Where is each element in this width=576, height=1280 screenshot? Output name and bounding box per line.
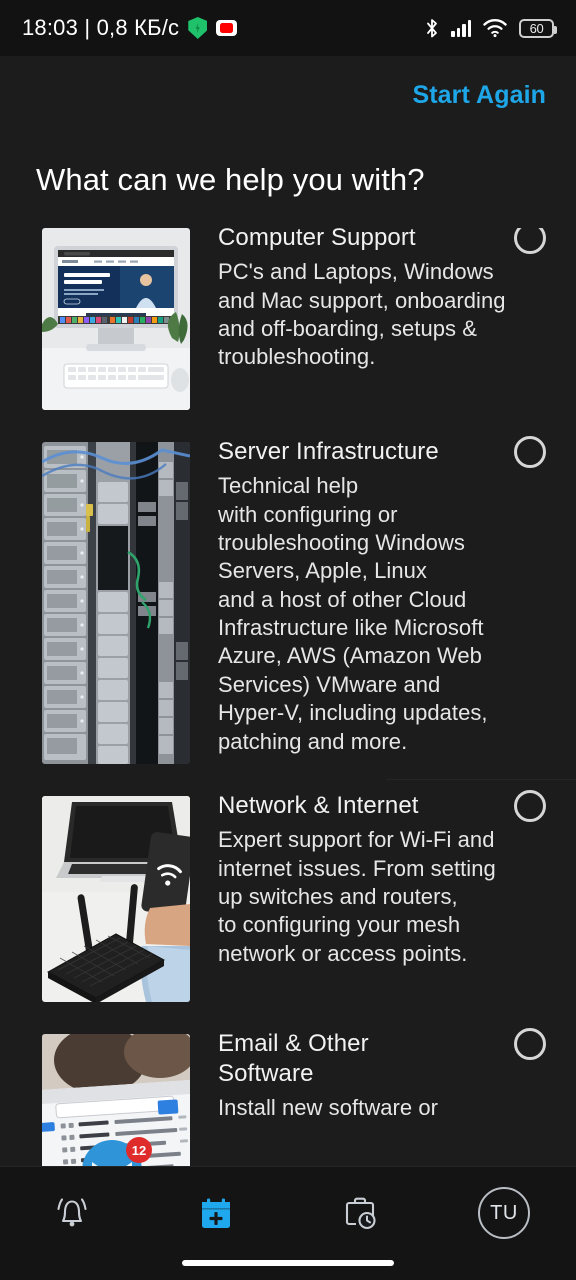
list-item-body: Network & Internet Expert support for Wi…	[190, 790, 576, 1002]
list-item-title: Computer Support	[218, 228, 416, 251]
list-item-body: Email & Other Software Install new softw…	[190, 1028, 576, 1168]
status-bar: 18:03 | 0,8 КБ/с 60	[0, 0, 576, 56]
server-racks-photo	[42, 442, 190, 764]
status-clock: 18:03 | 0,8 КБ/с	[22, 15, 180, 40]
avatar: TU	[478, 1187, 530, 1239]
radio-email-other-software[interactable]	[514, 1028, 546, 1060]
list-item-description: Expert support for Wi-Fi and internet is…	[218, 827, 496, 966]
svg-text:12: 12	[132, 1143, 146, 1158]
status-bar-left: 18:03 | 0,8 КБ/с	[22, 15, 238, 41]
list-item-description: PC's and Laptops, Windows and Mac suppor…	[218, 259, 506, 370]
shield-icon	[188, 17, 208, 39]
app-bar: Start Again	[0, 56, 576, 134]
status-bar-right: 60	[425, 18, 557, 39]
list-item-body: Computer Support PC's and Laptops, Windo…	[190, 228, 576, 410]
battery-icon: 60	[519, 18, 557, 38]
start-again-button[interactable]: Start Again	[412, 81, 546, 110]
list-item-title: Email & Other Software	[218, 1030, 369, 1088]
avatar-initials: TU	[490, 1201, 518, 1224]
list-item-title: Network & Internet	[218, 792, 419, 819]
list-divider	[386, 779, 576, 780]
email-inbox-photo: 12	[42, 1034, 190, 1168]
list-item[interactable]: 12 Email & Other Software Install new so…	[0, 1028, 576, 1168]
list-item-description: Technical help with configuring or troub…	[218, 473, 488, 754]
list-item-body: Server Infrastructure Technical help wit…	[190, 436, 576, 780]
router-laptop-photo	[42, 796, 190, 1002]
list-item[interactable]: Network & Internet Expert support for Wi…	[0, 790, 576, 1002]
new-booking-tab[interactable]	[144, 1167, 288, 1259]
cellular-signal-icon	[451, 19, 471, 37]
list-item-title: Server Infrastructure	[218, 438, 439, 465]
bluetooth-icon	[425, 18, 439, 39]
bell-icon	[47, 1188, 97, 1238]
history-tab[interactable]	[288, 1167, 432, 1259]
page-title: What can we help you with?	[36, 162, 425, 197]
radio-server-infrastructure[interactable]	[514, 436, 546, 468]
briefcase-clock-icon	[335, 1188, 385, 1238]
battery-level: 60	[529, 20, 544, 36]
notifications-tab[interactable]	[0, 1167, 144, 1259]
service-list[interactable]: Computer Support PC's and Laptops, Windo…	[0, 228, 576, 1168]
calendar-plus-icon	[191, 1188, 241, 1238]
profile-tab[interactable]: TU	[432, 1167, 576, 1259]
wifi-icon	[483, 18, 507, 38]
bottom-navigation: TU	[0, 1166, 576, 1280]
app-screen: 18:03 | 0,8 КБ/с 60 Start Again What can…	[0, 0, 576, 1280]
list-item-description: Install new software or	[218, 1095, 439, 1121]
list-item[interactable]: Computer Support PC's and Laptops, Windo…	[0, 228, 576, 410]
home-indicator[interactable]	[182, 1260, 394, 1266]
desktop-computer-photo	[42, 228, 190, 410]
list-item[interactable]: Server Infrastructure Technical help wit…	[0, 436, 576, 780]
radio-network-internet[interactable]	[514, 790, 546, 822]
youtube-icon	[216, 20, 238, 36]
